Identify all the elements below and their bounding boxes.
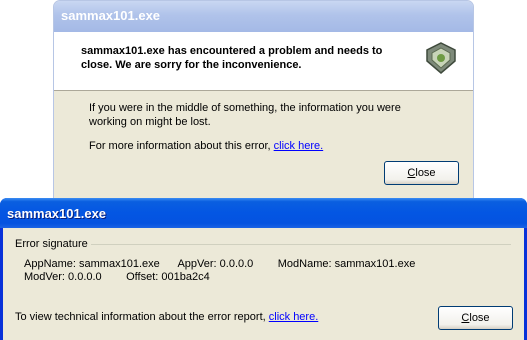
- error-signature-label: Error signature: [15, 238, 88, 250]
- shield-app-icon: [426, 42, 456, 74]
- technical-info-link[interactable]: click here.: [269, 311, 319, 323]
- technical-info-text: To view technical information about the …: [15, 311, 269, 323]
- close-button[interactable]: Close: [438, 306, 513, 330]
- signature-line-2: ModVer: 0.0.0.0 Offset: 001ba2c4: [24, 271, 210, 283]
- close-button-back[interactable]: Close: [384, 161, 459, 185]
- title-bar-inactive[interactable]: sammax101.exe: [54, 1, 473, 32]
- more-info-text: For more information about this error,: [89, 140, 274, 152]
- dialog-body: Error signature AppName: sammax101.exe A…: [3, 228, 524, 340]
- window-title: sammax101.exe: [61, 8, 161, 23]
- error-dialog-background: sammax101.exe sammax101.exe has encounte…: [53, 0, 474, 210]
- title-bar-active[interactable]: sammax101.exe: [0, 198, 527, 228]
- more-info-link[interactable]: click here.: [274, 140, 324, 152]
- error-signature-dialog: sammax101.exe Error signature AppName: s…: [0, 198, 527, 340]
- dialog-header: sammax101.exe has encountered a problem …: [54, 32, 473, 91]
- signature-line-1: AppName: sammax101.exe AppVer: 0.0.0.0 M…: [24, 258, 416, 270]
- window-title: sammax101.exe: [7, 206, 107, 221]
- error-heading: sammax101.exe has encountered a problem …: [81, 45, 383, 71]
- more-info-line: For more information about this error, c…: [89, 140, 429, 152]
- technical-info-line: To view technical information about the …: [15, 311, 318, 323]
- group-divider: [91, 244, 511, 245]
- data-loss-warning: If you were in the middle of something, …: [89, 102, 401, 128]
